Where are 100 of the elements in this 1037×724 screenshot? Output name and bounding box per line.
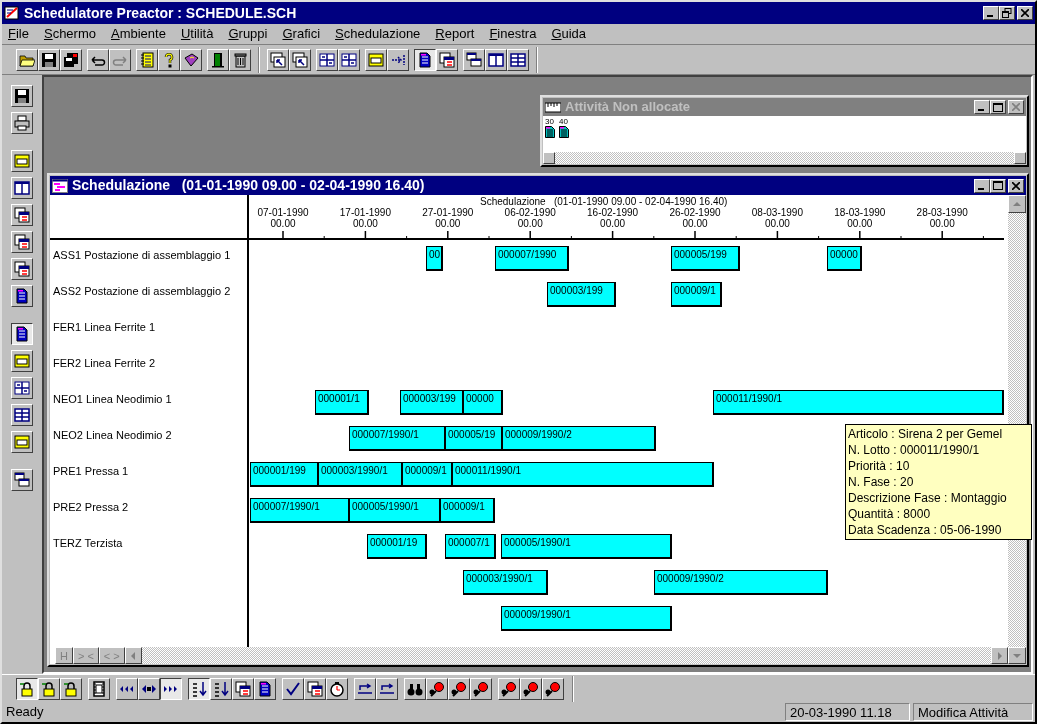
date-label: 08-03-1990 [750,207,804,218]
close-icon [1021,9,1029,17]
task-bar[interactable]: 000011/1990/1 [713,390,1004,415]
lock-icon [63,680,79,697]
task-bar[interactable]: 000007/1990/1 [349,426,446,451]
pin-icon [473,680,489,697]
item-number: 40 [559,117,568,126]
menu-item[interactable]: Guida [549,24,589,44]
toolbar-button[interactable] [160,677,182,700]
window-icon [14,434,30,450]
menu-item[interactable]: Utilità [178,24,216,44]
task-bar[interactable]: 000007/1990/1 [250,498,350,523]
down-arrow-icon [1013,653,1021,658]
maximize-button[interactable] [990,178,1006,193]
calendar-icon [14,261,30,277]
minimize-button[interactable] [974,178,990,193]
grid-icon [341,51,357,68]
horizontal-scrollbar[interactable] [124,647,1026,664]
clock-icon [329,680,345,697]
task-bar[interactable]: 000007/1 [445,534,496,559]
book-icon [183,51,199,68]
resource-label: PRE1 Pressa 1 [53,465,129,477]
task-bar[interactable]: 000009/1 [671,282,722,307]
menu-item[interactable]: Grafici [280,24,323,44]
window-arrow-icon [270,51,286,68]
task-bar[interactable]: 000005/199 [671,246,740,271]
cascade-windows-icon [466,51,482,68]
door-icon [210,51,226,68]
arrow-icon [379,680,395,697]
left-arrow-icon [131,651,136,660]
tooltip-line: N. Fase : 20 [848,474,915,490]
task-bar[interactable]: 000007/1990 [495,246,569,271]
menu-item[interactable]: File [6,24,31,44]
tooltip-line: Data Scadenza : 05-06-1990 [848,522,1003,538]
menu-item[interactable]: Ambiente [109,24,168,44]
maximize-button[interactable] [990,100,1006,114]
close-icon [1012,103,1020,111]
minimize-icon [978,187,986,190]
unallocated-item[interactable]: 40 [559,117,569,152]
grid-icon [14,380,30,396]
date-label: 16-02-1990 [587,207,640,218]
time-label: 00.00 [269,218,297,229]
window-title: Schedulazione (01-01-1990 09.00 - 02-04-1990 16.40) [72,176,426,195]
menu-item[interactable]: Schedulazione [333,24,423,44]
task-bar[interactable]: 000005/1990/1 [501,534,672,559]
task-bar[interactable]: 000009/1990/2 [654,570,828,595]
calendar-icon [235,680,251,697]
task-bar[interactable]: 00000 [827,246,862,271]
document-icon [257,680,273,697]
task-bar[interactable]: 000009/1990/2 [502,426,656,451]
check-icon [285,680,301,697]
unallocated-item[interactable]: 30 [545,117,555,152]
time-label: 00.00 [763,218,791,229]
menu-item[interactable]: Finestra [487,24,539,44]
document-icon [417,51,433,68]
horizontal-scrollbar[interactable] [543,152,1026,164]
menu-item[interactable]: Gruppi [226,24,270,44]
toolbar-button[interactable] [16,677,38,700]
close-button[interactable] [1008,178,1024,193]
task-bar[interactable]: 000009/1 [440,498,495,523]
task-bar[interactable]: 000001/19 [367,534,427,559]
tile-vertical-icon [14,180,30,196]
task-bar[interactable]: 000011/1990/1 [452,462,714,487]
task-bar[interactable]: 000005/19 [445,426,503,451]
task-bar[interactable]: 000003/199 [547,282,616,307]
date-label: 06-02-1990 [503,207,556,218]
task-bar[interactable]: 000001/199 [250,462,319,487]
grid-icon [319,51,335,68]
document-icon [14,288,30,304]
menu-item[interactable]: Schermo [41,24,98,44]
item-number: 30 [545,117,554,126]
close-button[interactable] [1008,100,1024,114]
restore-button[interactable] [999,6,1015,20]
task-bar[interactable]: 000003/1990/1 [318,462,403,487]
toolbar-button[interactable] [188,677,210,700]
window-title: Attività Non allocate [565,98,691,117]
date-label: 18-03-1990 [833,207,887,218]
pin-icon [429,680,445,697]
task-bar[interactable]: 00000 [463,390,503,415]
task-bar[interactable]: 000009/1 [402,462,453,487]
status-datetime: 20-03-1990 11.18 [785,702,910,721]
document-icon [559,126,569,138]
task-bar[interactable]: 000009/1990/1 [501,606,672,631]
close-button[interactable] [1017,6,1033,20]
menu-item[interactable]: Report [433,24,477,44]
task-bar[interactable]: 000003/199 [400,390,464,415]
task-bar[interactable]: 00 [426,246,443,271]
minimize-button[interactable] [974,100,990,114]
film-icon [91,680,107,697]
toolbar-button[interactable] [11,323,33,345]
task-bar[interactable]: 000001/1 [315,390,369,415]
time-label: 00.00 [846,218,874,229]
trash-can-icon [232,51,248,68]
minimize-icon [978,109,986,111]
minimize-button[interactable] [983,6,999,20]
toolbar-button[interactable] [414,48,436,71]
task-bar[interactable]: 000003/1990/1 [463,570,548,595]
tooltip-line: Quantità : 8000 [848,506,932,522]
tile-grid-icon [510,51,526,68]
task-bar[interactable]: 000005/1990/1 [349,498,441,523]
